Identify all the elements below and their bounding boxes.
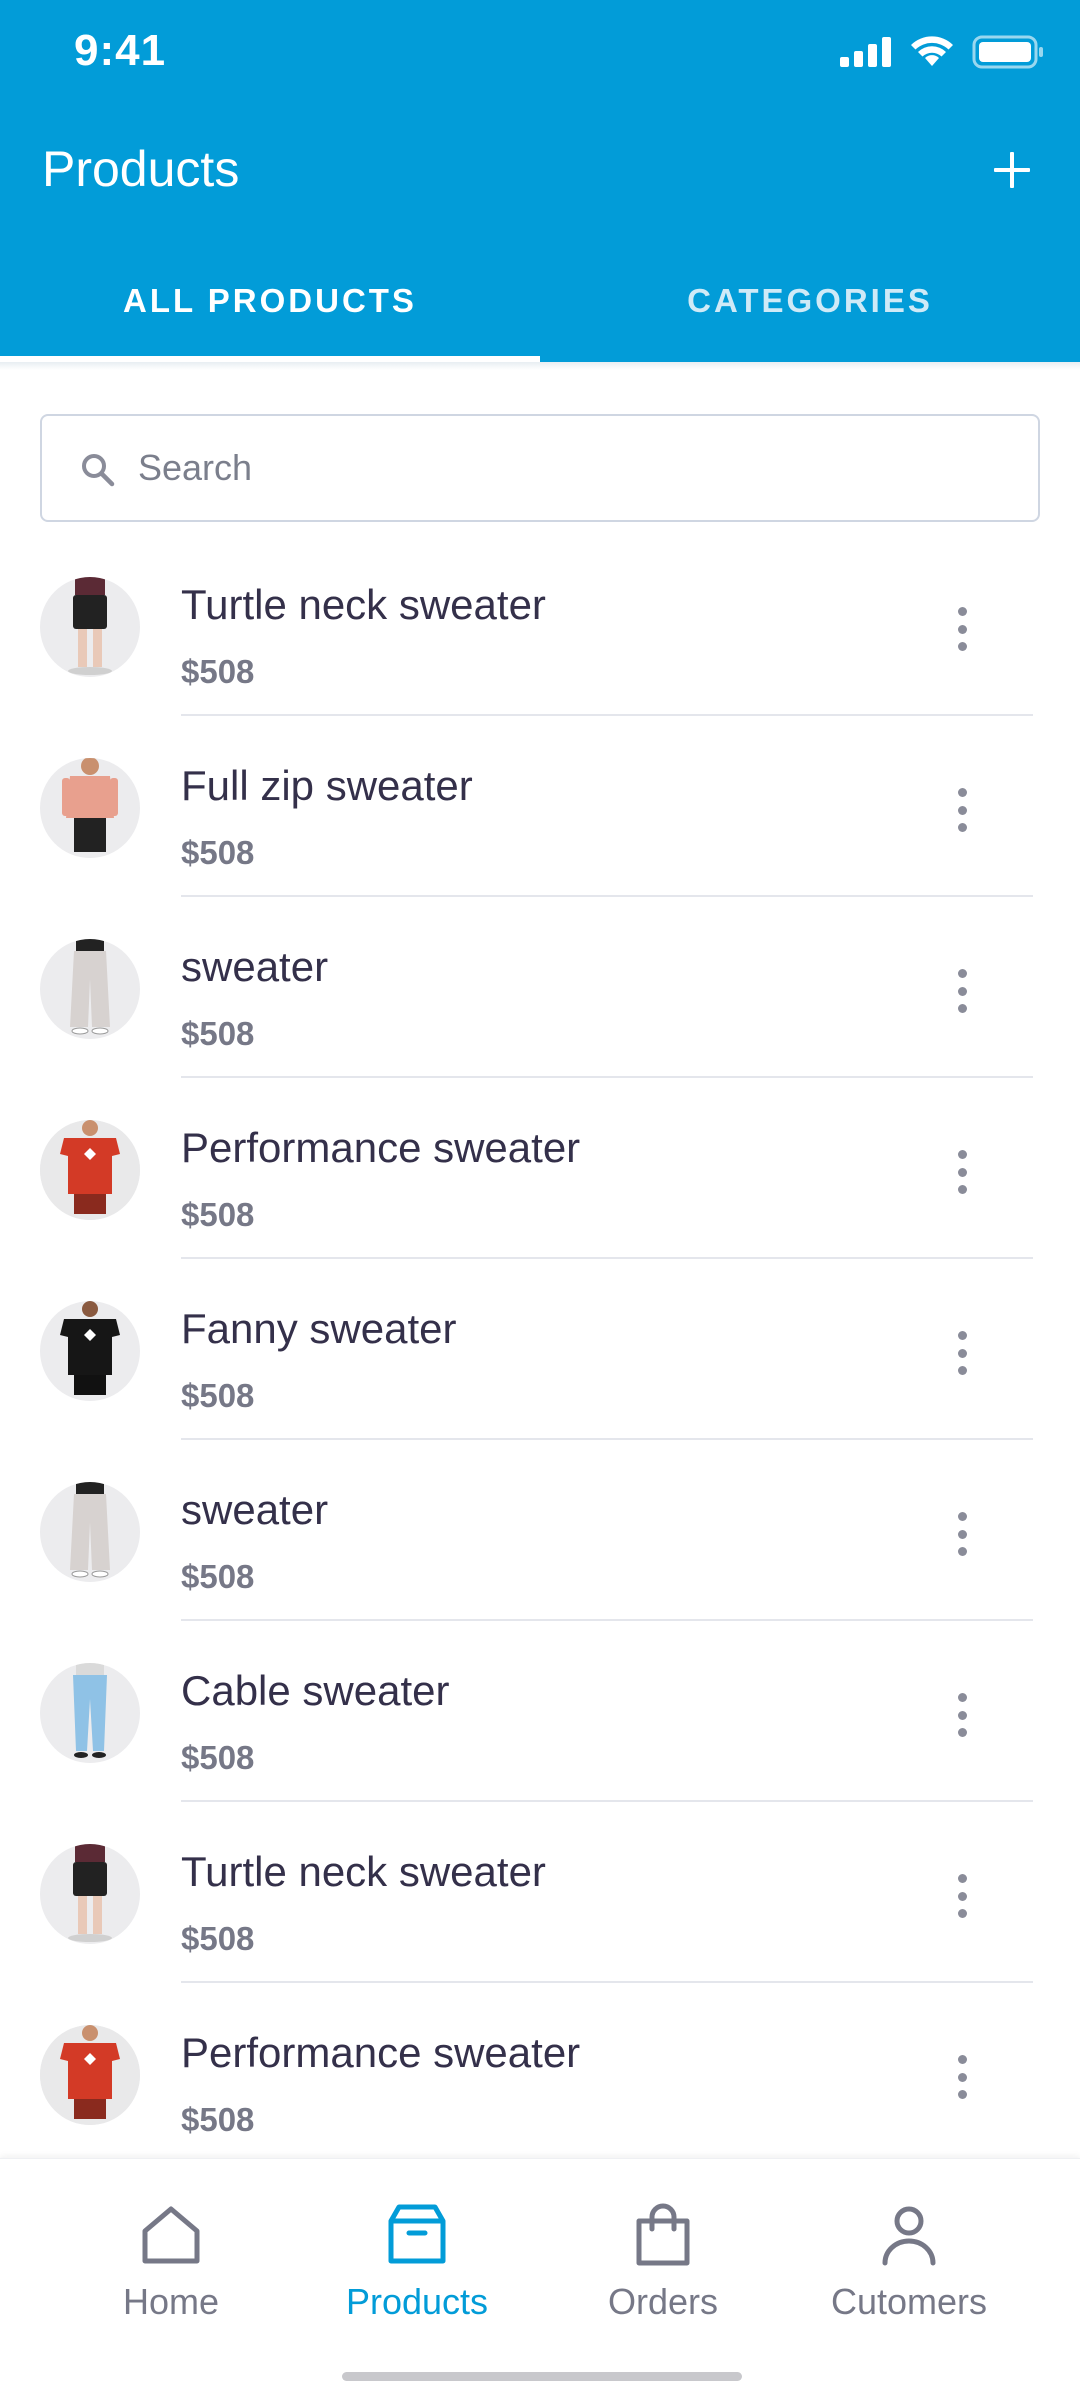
- product-price: $508: [181, 1015, 255, 1052]
- product-name: Performance sweater: [181, 2029, 581, 2076]
- list-item[interactable]: Performance sweater $508: [0, 1078, 1080, 1259]
- nav-customers[interactable]: Cutomers: [789, 2199, 1029, 2349]
- user-icon: [882, 2206, 936, 2266]
- list-item[interactable]: sweater $508: [0, 1440, 1080, 1621]
- header-shadow: [0, 362, 1080, 370]
- more-options-button[interactable]: [944, 601, 980, 657]
- product-thumbnail: [40, 758, 140, 858]
- list-item[interactable]: Turtle neck sweater $508: [0, 535, 1080, 716]
- product-name: sweater: [181, 1486, 329, 1533]
- list-item[interactable]: sweater $508: [0, 897, 1080, 1078]
- more-vertical-icon: [957, 2055, 967, 2064]
- nav-orders[interactable]: Orders: [543, 2199, 783, 2349]
- battery-icon: [972, 35, 1043, 69]
- product-thumbnail: [40, 577, 140, 677]
- more-options-button[interactable]: [944, 963, 980, 1019]
- cellular-signal-icon: [840, 37, 891, 67]
- add-product-button[interactable]: [982, 140, 1042, 200]
- list-item[interactable]: Cable sweater $508: [0, 1621, 1080, 1802]
- tab-categories[interactable]: CATEGORIES: [540, 268, 1080, 362]
- tab-all-products[interactable]: ALL PRODUCTS: [0, 268, 540, 362]
- status-time: 9:41: [74, 26, 167, 75]
- more-options-button[interactable]: [944, 782, 980, 838]
- product-price: $508: [181, 834, 255, 871]
- app-header: 9:41 Products ALL PRODUCTS CATEGORIES: [0, 0, 1080, 362]
- product-price: $508: [181, 1920, 255, 1957]
- more-vertical-icon: [957, 969, 967, 978]
- product-name: Fanny sweater: [181, 1305, 457, 1352]
- bottom-navigation: Home Products Orders Cutomers: [0, 2158, 1080, 2400]
- product-list: Turtle neck sweater $508 Full zip sweate…: [0, 535, 1080, 2164]
- product-name: Turtle neck sweater: [181, 1848, 546, 1895]
- home-indicator[interactable]: [342, 2372, 742, 2381]
- nav-home[interactable]: Home: [51, 2199, 291, 2349]
- more-vertical-icon: [957, 1874, 967, 1883]
- more-options-button[interactable]: [944, 2049, 980, 2105]
- more-options-button[interactable]: [944, 1144, 980, 1200]
- list-item[interactable]: Fanny sweater $508: [0, 1259, 1080, 1440]
- product-thumbnail: [40, 1120, 140, 1220]
- more-vertical-icon: [957, 1331, 967, 1340]
- product-thumbnail: [40, 1301, 140, 1401]
- page-title: Products: [42, 141, 240, 197]
- nav-label: Products: [345, 2281, 489, 2322]
- product-price: $508: [181, 1377, 255, 1414]
- wifi-icon: [911, 36, 953, 66]
- list-item[interactable]: Performance sweater $508: [0, 1983, 1080, 2164]
- product-name: Cable sweater: [181, 1667, 450, 1714]
- nav-products[interactable]: Products: [297, 2199, 537, 2349]
- more-options-button[interactable]: [944, 1325, 980, 1381]
- nav-label: Home: [122, 2281, 220, 2322]
- status-bar: 9:41: [0, 0, 1080, 110]
- more-vertical-icon: [957, 1150, 967, 1159]
- nav-label: Orders: [607, 2281, 719, 2322]
- product-thumbnail: [40, 2025, 140, 2125]
- tab-bar: ALL PRODUCTS CATEGORIES: [0, 268, 1080, 362]
- more-options-button[interactable]: [944, 1687, 980, 1743]
- product-name: Turtle neck sweater: [181, 581, 546, 628]
- plus-icon: [994, 152, 1030, 188]
- more-vertical-icon: [957, 788, 967, 797]
- home-icon: [142, 2206, 200, 2264]
- product-name: Performance sweater: [181, 1124, 581, 1171]
- nav-label: Cutomers: [830, 2281, 988, 2322]
- status-icons: [840, 34, 1044, 70]
- tab-label: CATEGORIES: [687, 282, 933, 319]
- tab-label: ALL PRODUCTS: [123, 282, 417, 319]
- more-vertical-icon: [957, 1512, 967, 1521]
- product-price: $508: [181, 2101, 255, 2138]
- product-price: $508: [181, 1558, 255, 1595]
- product-name: sweater: [181, 943, 329, 990]
- shopping-bag-icon: [636, 2203, 690, 2266]
- product-price: $508: [181, 653, 255, 690]
- search-box[interactable]: [40, 414, 1040, 522]
- product-price: $508: [181, 1739, 255, 1776]
- box-icon: [388, 2204, 446, 2264]
- more-vertical-icon: [957, 607, 967, 616]
- more-options-button[interactable]: [944, 1506, 980, 1562]
- product-thumbnail: [40, 939, 140, 1039]
- title-row: Products: [0, 130, 1080, 220]
- product-thumbnail: [40, 1844, 140, 1944]
- list-item[interactable]: Full zip sweater $508: [0, 716, 1080, 897]
- more-options-button[interactable]: [944, 1868, 980, 1924]
- product-thumbnail: [40, 1482, 140, 1582]
- list-item[interactable]: Turtle neck sweater $508: [0, 1802, 1080, 1983]
- search-input[interactable]: [138, 416, 998, 520]
- product-thumbnail: [40, 1663, 140, 1763]
- product-price: $508: [181, 1196, 255, 1233]
- search-icon: [82, 454, 115, 487]
- more-vertical-icon: [957, 1693, 967, 1702]
- product-name: Full zip sweater: [181, 762, 473, 809]
